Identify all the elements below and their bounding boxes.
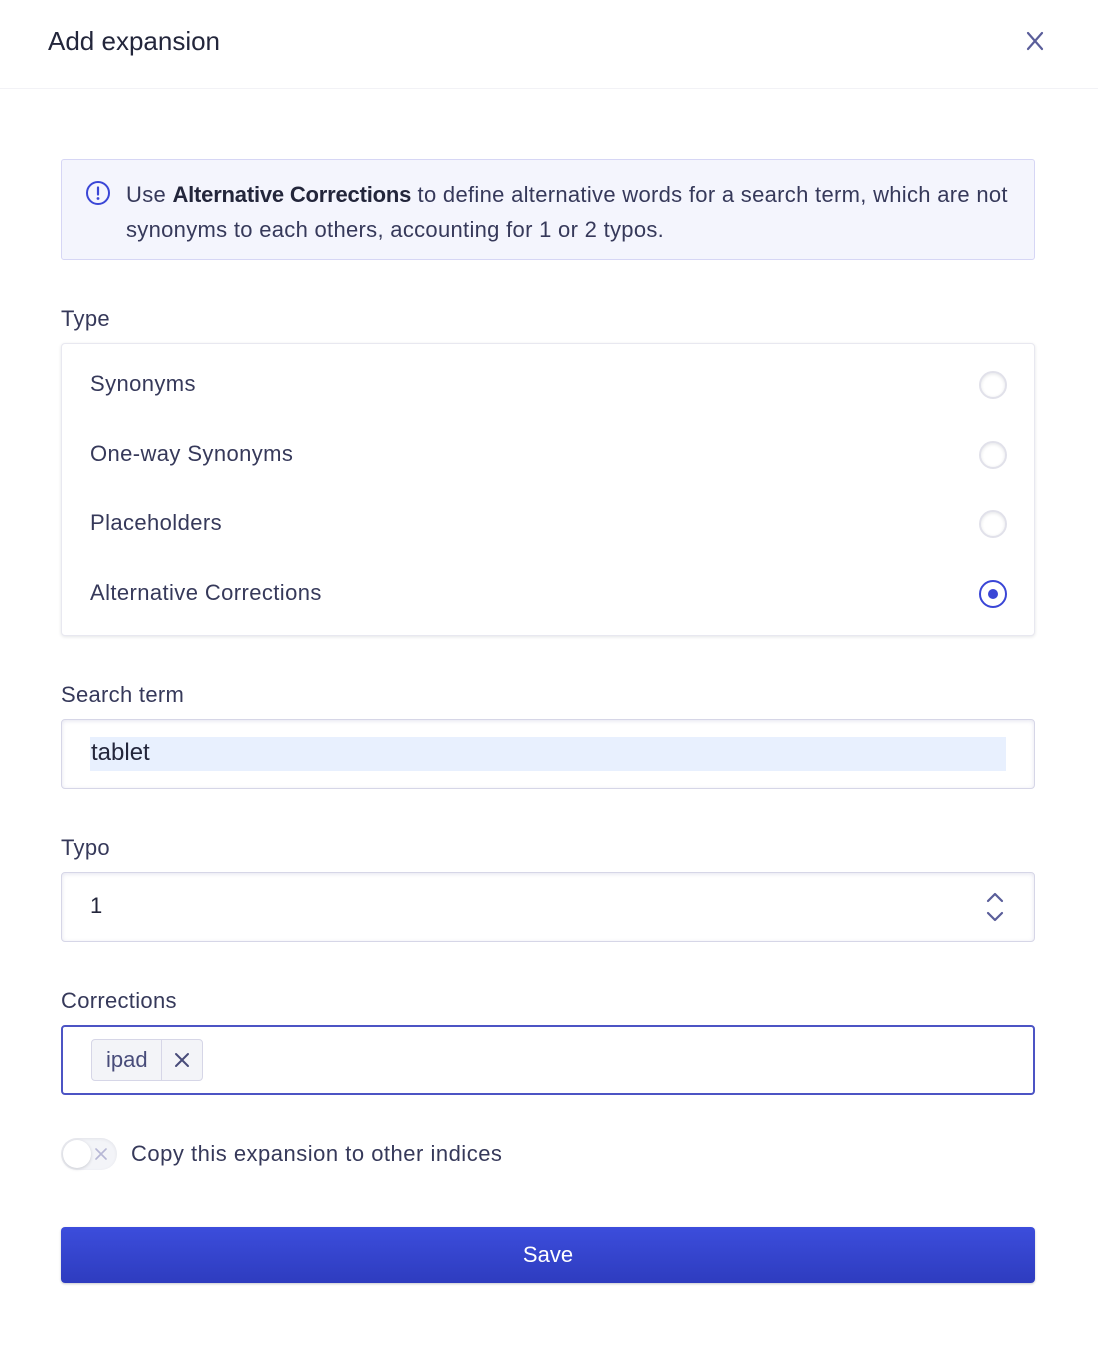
copy-toggle[interactable] — [61, 1138, 117, 1170]
info-highlight: Alternative Corrections — [172, 182, 412, 207]
type-option-label: Placeholders — [90, 510, 222, 535]
type-option-label: One-way Synonyms — [90, 441, 294, 466]
search-term-value: tablet — [91, 739, 150, 766]
close-icon — [174, 1053, 189, 1067]
save-button[interactable]: Save — [61, 1227, 1035, 1283]
close-icon — [1026, 31, 1044, 51]
search-term-input[interactable]: tablet — [61, 719, 1035, 789]
remove-tag-button[interactable] — [162, 1040, 202, 1080]
corrections-label: Corrections — [61, 988, 177, 1013]
copy-toggle-label: Copy this expansion to other indices — [131, 1141, 503, 1166]
radio-placeholders[interactable] — [979, 510, 1007, 538]
info-text: Use Alternative Corrections to define al… — [126, 177, 1012, 247]
radio-one-way-synonyms[interactable] — [979, 441, 1007, 469]
chevron-up-down-icon[interactable] — [982, 887, 1008, 927]
type-option-alternative-corrections[interactable]: Alternative Corrections — [62, 565, 1034, 625]
type-option-label: Synonyms — [90, 371, 196, 396]
corrections-input[interactable]: ipad — [61, 1025, 1035, 1095]
typo-label: Typo — [61, 835, 110, 860]
radio-synonyms[interactable] — [979, 371, 1007, 399]
typo-select[interactable]: 1 — [61, 872, 1035, 942]
dialog-header: Add expansion — [0, 0, 1098, 89]
radio-alternative-corrections[interactable] — [979, 580, 1007, 608]
close-button[interactable] — [1020, 26, 1050, 56]
autofill-highlight — [90, 737, 1006, 771]
info-banner: Use Alternative Corrections to define al… — [61, 159, 1035, 260]
type-radio-group: Synonyms One-way Synonyms Placeholders A… — [61, 343, 1035, 636]
search-term-label: Search term — [61, 682, 185, 707]
info-circle-icon — [86, 181, 110, 205]
dialog-title: Add expansion — [48, 26, 221, 56]
type-label: Type — [61, 306, 110, 331]
correction-tag-label: ipad — [92, 1040, 162, 1080]
type-option-synonyms[interactable]: Synonyms — [62, 356, 1034, 416]
correction-tag: ipad — [91, 1039, 203, 1081]
type-option-one-way-synonyms[interactable]: One-way Synonyms — [62, 426, 1034, 486]
typo-value: 1 — [90, 893, 103, 918]
type-option-placeholders[interactable]: Placeholders — [62, 495, 1034, 555]
toggle-off-x-icon — [95, 1148, 107, 1160]
toggle-knob — [63, 1140, 91, 1168]
info-prefix: Use — [126, 182, 173, 207]
type-option-label: Alternative Corrections — [90, 580, 322, 605]
